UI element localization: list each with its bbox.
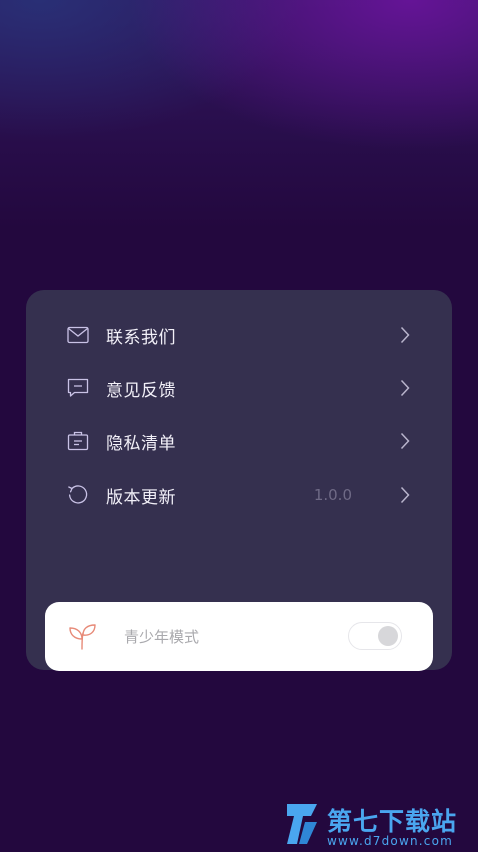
- youth-mode-panel: 青少年模式: [45, 602, 433, 671]
- watermark-logo-icon: [283, 800, 323, 848]
- youth-mode-toggle[interactable]: [348, 622, 402, 650]
- menu-item-contact-us[interactable]: 联系我们: [26, 308, 452, 362]
- version-number: 1.0.0: [313, 486, 352, 504]
- feedback-icon: [66, 376, 90, 400]
- menu-item-feedback[interactable]: 意见反馈: [26, 361, 452, 415]
- refresh-icon: [66, 483, 90, 507]
- background-gradient: [0, 0, 478, 230]
- menu-item-label: 版本更新: [106, 487, 176, 508]
- mail-icon: [66, 323, 90, 347]
- menu-item-label: 隐私清单: [106, 433, 176, 454]
- chevron-right-icon: [398, 485, 412, 505]
- privacy-list-icon: [66, 429, 90, 453]
- watermark-url: www.d7down.com: [327, 834, 454, 848]
- menu-item-privacy-list[interactable]: 隐私清单: [26, 414, 452, 468]
- toggle-knob: [378, 626, 398, 646]
- menu-item-label: 联系我们: [106, 327, 176, 348]
- chevron-right-icon: [398, 325, 412, 345]
- chevron-right-icon: [398, 431, 412, 451]
- menu-item-label: 意见反馈: [106, 380, 176, 401]
- watermark: 第七下载站 www.d7down.com: [283, 800, 478, 850]
- watermark-title: 第七下载站: [327, 807, 458, 836]
- youth-mode-label: 青少年模式: [124, 628, 200, 646]
- menu-item-version-update[interactable]: 版本更新 1.0.0: [26, 468, 452, 522]
- chevron-right-icon: [398, 378, 412, 398]
- sprout-icon: [68, 623, 98, 651]
